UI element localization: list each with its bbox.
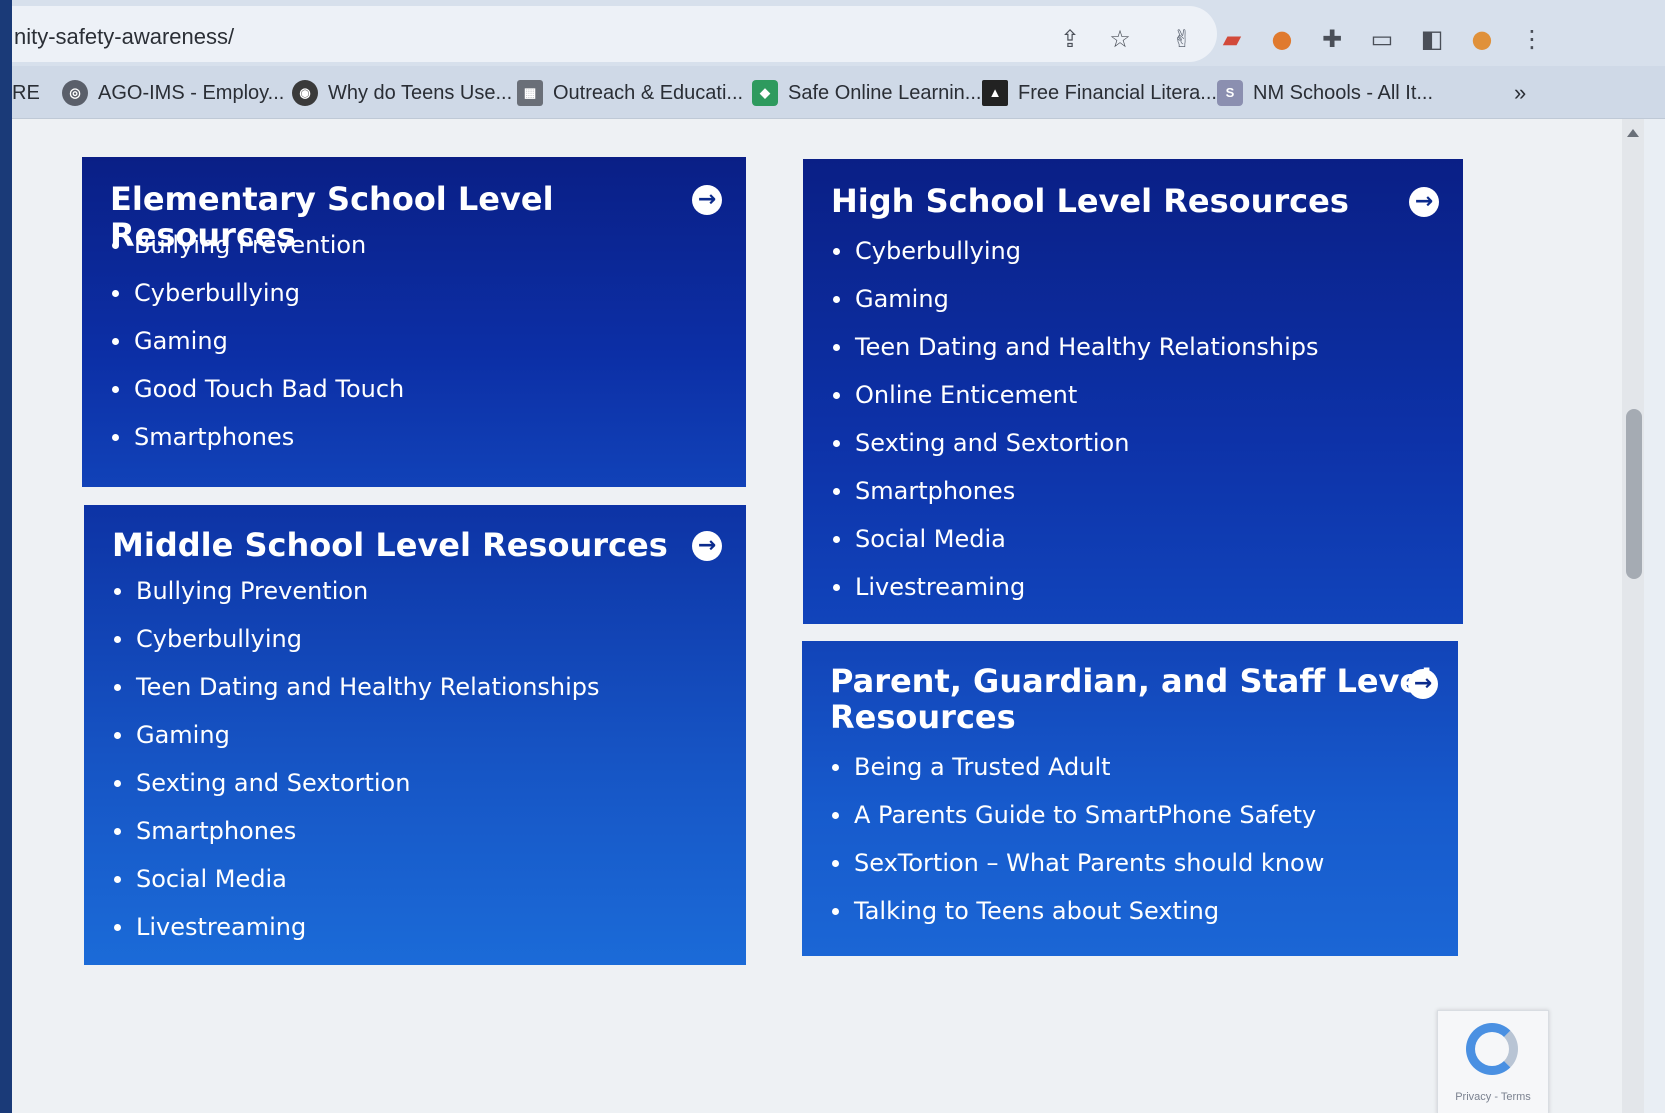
- resource-list: Bullying Prevention Cyberbullying Gaming…: [110, 231, 404, 471]
- recaptcha-links[interactable]: Privacy - Terms: [1438, 1091, 1548, 1103]
- recaptcha-icon: [1466, 1023, 1518, 1075]
- vertical-scrollbar[interactable]: [1622, 119, 1644, 1113]
- star-bookmark-icon[interactable]: ☆: [1107, 26, 1133, 52]
- puzzle-extensions-icon[interactable]: ✚: [1317, 24, 1347, 54]
- cast-icon[interactable]: ▭: [1367, 24, 1397, 54]
- arrow-right-icon[interactable]: →: [1409, 187, 1439, 217]
- bookmark-item[interactable]: ◆ Safe Online Learnin...: [752, 79, 981, 107]
- card-title-line: Resources: [830, 698, 1016, 736]
- browser-window: nity-safety-awareness/ ⇪ ☆ ✌ ▰ ● ✚ ▭ ◧ ●…: [12, 0, 1665, 1113]
- scroll-up-arrow-icon[interactable]: [1627, 129, 1639, 137]
- list-item[interactable]: Gaming: [112, 721, 600, 749]
- bookmark-item[interactable]: ▦ Outreach & Educati...: [517, 79, 743, 107]
- globe-favicon-icon: ◉: [292, 80, 318, 106]
- list-item[interactable]: Gaming: [831, 285, 1319, 313]
- parent-resources-card: Parent, Guardian, and Staff Level Resour…: [802, 641, 1458, 956]
- list-item[interactable]: Smartphones: [110, 423, 404, 451]
- list-item[interactable]: Being a Trusted Adult: [830, 753, 1324, 781]
- elementary-resources-card: Elementary School Level Resources → Bull…: [82, 157, 746, 487]
- arrow-right-icon[interactable]: →: [692, 531, 722, 561]
- list-item[interactable]: Teen Dating and Healthy Relationships: [831, 333, 1319, 361]
- bookmark-item[interactable]: ◉ Why do Teens Use...: [292, 79, 512, 107]
- bookmarks-bar: RE ◎ AGO-IMS - Employ... ◉ Why do Teens …: [12, 66, 1665, 119]
- list-item[interactable]: Livestreaming: [831, 573, 1319, 601]
- bookmark-label: RE: [12, 81, 40, 104]
- list-item[interactable]: Bullying Prevention: [112, 577, 600, 605]
- list-item[interactable]: Gaming: [110, 327, 404, 355]
- list-item[interactable]: Good Touch Bad Touch: [110, 375, 404, 403]
- high-resources-card: High School Level Resources → Cyberbully…: [803, 159, 1463, 624]
- page-content: Elementary School Level Resources → Bull…: [12, 119, 1622, 1113]
- bookmarks-overflow-button[interactable]: »: [1514, 79, 1526, 107]
- list-item[interactable]: Livestreaming: [112, 913, 600, 941]
- bookmark-item[interactable]: S NM Schools - All It...: [1217, 79, 1433, 107]
- list-item[interactable]: Teen Dating and Healthy Relationships: [112, 673, 600, 701]
- bookmark-label: AGO-IMS - Employ...: [98, 81, 285, 104]
- resource-list: Bullying Prevention Cyberbullying Teen D…: [112, 577, 600, 961]
- scroll-thumb[interactable]: [1626, 409, 1642, 579]
- list-item[interactable]: Social Media: [831, 525, 1319, 553]
- pdf-extension-icon[interactable]: ▰: [1217, 24, 1247, 54]
- seal-favicon-icon: ◎: [62, 80, 88, 106]
- card-title-line: Parent, Guardian, and Staff Level: [830, 662, 1433, 700]
- list-item[interactable]: Smartphones: [831, 477, 1319, 505]
- bookmark-label: Outreach & Educati...: [553, 81, 744, 104]
- list-item[interactable]: Smartphones: [112, 817, 600, 845]
- bookmark-label: Why do Teens Use...: [328, 81, 513, 104]
- chevron-double-right-icon: »: [1514, 80, 1527, 105]
- resource-list: Being a Trusted Adult A Parents Guide to…: [830, 753, 1324, 945]
- side-panel-icon[interactable]: ◧: [1417, 24, 1447, 54]
- card-title[interactable]: High School Level Resources: [831, 183, 1349, 219]
- list-item[interactable]: Cyberbullying: [831, 237, 1319, 265]
- extension-circle-icon[interactable]: ●: [1267, 24, 1297, 54]
- list-item[interactable]: Talking to Teens about Sexting: [830, 897, 1324, 925]
- bookmark-label: NM Schools - All It...: [1253, 81, 1434, 104]
- kebab-menu-icon[interactable]: ⋮: [1517, 24, 1547, 54]
- list-item[interactable]: Cyberbullying: [110, 279, 404, 307]
- card-title[interactable]: Parent, Guardian, and Staff Level Resour…: [830, 663, 1432, 735]
- bookmark-item[interactable]: RE: [12, 79, 40, 107]
- cms-favicon-icon: ▦: [517, 80, 543, 106]
- resource-list: Cyberbullying Gaming Teen Dating and Hea…: [831, 237, 1319, 621]
- middle-resources-card: Middle School Level Resources → Bullying…: [84, 505, 746, 965]
- bookmark-item[interactable]: ◎ AGO-IMS - Employ...: [62, 79, 284, 107]
- url-text[interactable]: nity-safety-awareness/: [14, 24, 234, 50]
- omnibox[interactable]: nity-safety-awareness/ ⇪ ☆: [12, 6, 1217, 62]
- profile-avatar-icon[interactable]: ●: [1467, 24, 1497, 54]
- share-icon[interactable]: ⇪: [1057, 26, 1083, 52]
- list-item[interactable]: Online Enticement: [831, 381, 1319, 409]
- recaptcha-badge[interactable]: Privacy - Terms: [1437, 1010, 1549, 1113]
- card-title[interactable]: Middle School Level Resources: [112, 527, 668, 563]
- dark-favicon-icon: ▲: [982, 80, 1008, 106]
- bookmark-label: Safe Online Learnin...: [788, 81, 982, 104]
- bookmark-item[interactable]: ▲ Free Financial Litera...: [982, 79, 1217, 107]
- list-item[interactable]: Sexting and Sextortion: [112, 769, 600, 797]
- green-favicon-icon: ◆: [752, 80, 778, 106]
- list-item[interactable]: Bullying Prevention: [110, 231, 404, 259]
- extension-wave-icon[interactable]: ✌: [1167, 24, 1197, 54]
- address-row: nity-safety-awareness/ ⇪ ☆ ✌ ▰ ● ✚ ▭ ◧ ●…: [12, 0, 1665, 66]
- list-item[interactable]: A Parents Guide to SmartPhone Safety: [830, 801, 1324, 829]
- arrow-right-icon[interactable]: →: [692, 185, 722, 215]
- list-item[interactable]: Sexting and Sextortion: [831, 429, 1319, 457]
- school-favicon-icon: S: [1217, 80, 1243, 106]
- list-item[interactable]: Social Media: [112, 865, 600, 893]
- list-item[interactable]: Cyberbullying: [112, 625, 600, 653]
- list-item[interactable]: SexTortion – What Parents should know: [830, 849, 1324, 877]
- arrow-right-icon[interactable]: →: [1408, 669, 1438, 699]
- bookmark-label: Free Financial Litera...: [1018, 81, 1217, 104]
